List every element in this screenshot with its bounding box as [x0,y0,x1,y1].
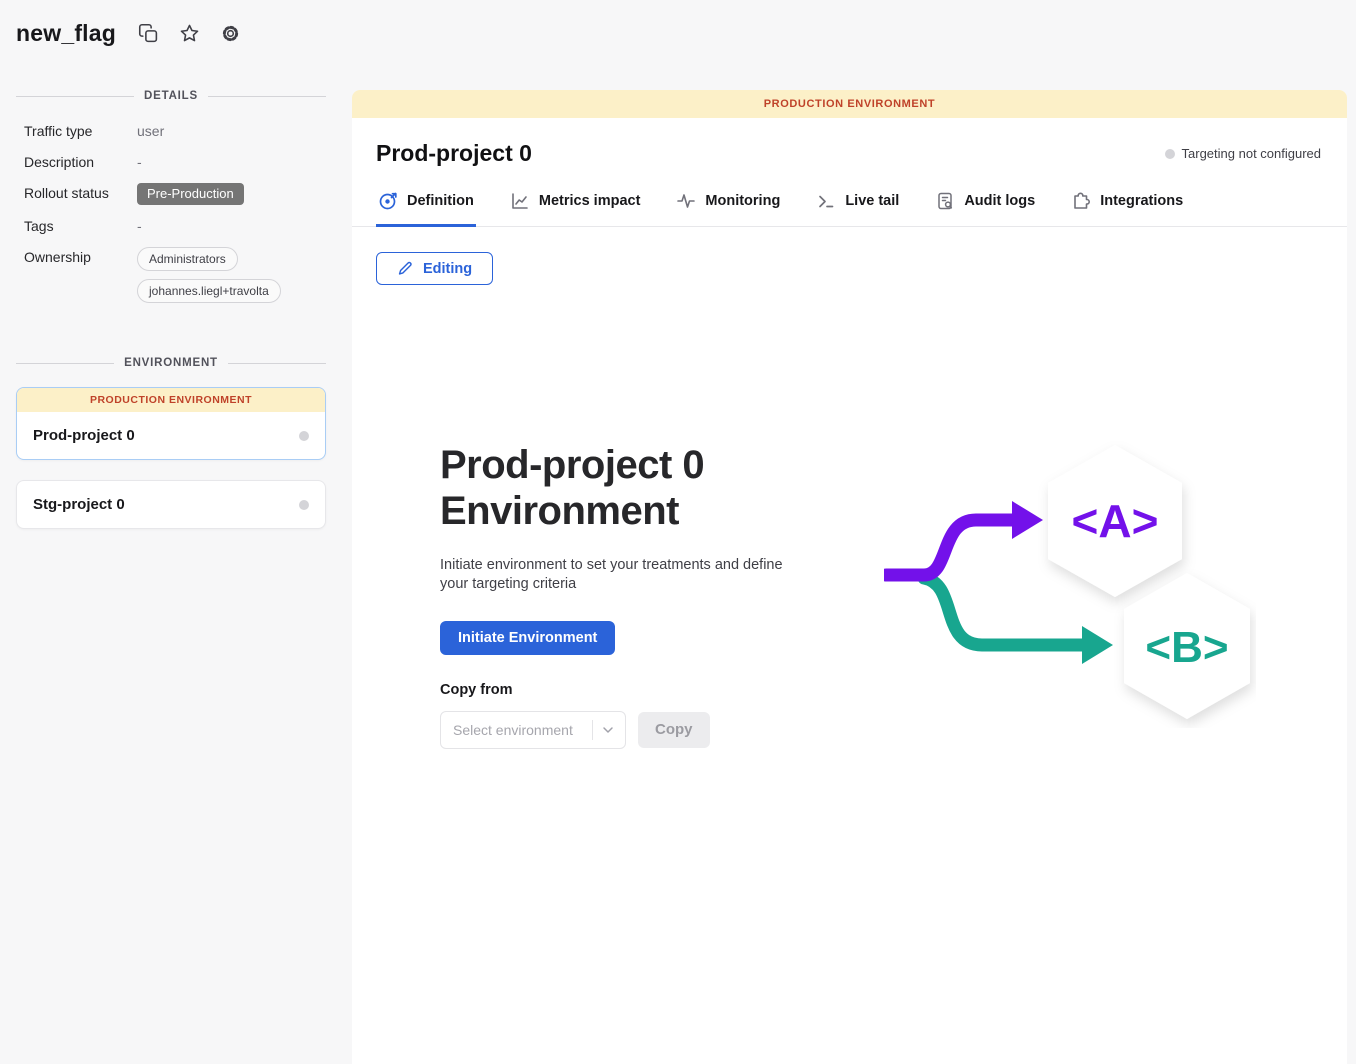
description-value: - [137,152,326,172]
copy-icon[interactable] [138,23,159,44]
status-dot-icon [299,431,309,441]
targeting-status-label: Targeting not configured [1182,146,1321,161]
description-label: Description [24,152,137,172]
tab-label: Live tail [845,193,899,209]
chevron-down-icon [600,722,616,738]
rollout-status-badge: Pre-Production [137,183,244,205]
flag-title: new_flag [16,20,116,47]
env-card-name: Prod-project 0 [33,427,135,444]
tab-label: Metrics impact [539,193,641,209]
targeting-status: Targeting not configured [1165,146,1321,161]
document-search-icon [935,191,955,211]
app-header: new_flag [0,0,1356,90]
environment-panel: PRODUCTION ENVIRONMENT Prod-project 0 Ta… [352,90,1347,1064]
env-card-stg[interactable]: Stg-project 0 [16,480,326,529]
tab-bar: Definition Metrics impact Monitoring [352,183,1347,227]
initiate-environment-button[interactable]: Initiate Environment [440,621,615,655]
select-placeholder: Select environment [453,722,588,738]
tab-audit-logs[interactable]: Audit logs [933,183,1037,227]
chart-icon [510,191,530,211]
owner-pill: johannes.liegl+travolta [137,279,281,303]
traffic-type-label: Traffic type [24,121,137,141]
env-card-prod[interactable]: PRODUCTION ENVIRONMENT Prod-project 0 [16,387,326,460]
pencil-icon [397,260,414,277]
production-environment-banner: PRODUCTION ENVIRONMENT [17,388,325,412]
environment-title: Prod-project 0 [376,140,532,167]
ownership-label: Ownership [24,247,137,267]
tags-value: - [137,216,326,236]
tab-definition[interactable]: Definition [376,183,476,227]
divider [592,720,593,740]
details-section-heading: DETAILS [16,90,326,102]
ab-split-illustration: <A> <B> [884,432,1256,749]
hero-description: Initiate environment to set your treatme… [440,556,812,595]
tags-label: Tags [24,216,137,236]
pulse-icon [676,191,696,211]
environment-select[interactable]: Select environment [440,711,626,749]
status-dot-icon [1165,149,1175,159]
production-environment-banner: PRODUCTION ENVIRONMENT [352,90,1347,118]
traffic-type-value: user [137,121,326,141]
tab-label: Definition [407,193,474,209]
tab-label: Audit logs [964,193,1035,209]
hero-heading: Prod-project 0 Environment [440,442,816,534]
status-dot-icon [299,500,309,510]
sidebar: DETAILS Traffic type user Description - … [0,90,352,1064]
detail-row-rollout-status: Rollout status Pre-Production [24,183,326,205]
gear-icon[interactable] [220,23,241,44]
tab-live-tail[interactable]: Live tail [814,183,901,227]
detail-row-ownership: Ownership Administrators johannes.liegl+… [24,247,326,311]
terminal-icon [816,191,836,211]
tab-label: Integrations [1100,193,1183,209]
detail-row-traffic-type: Traffic type user [24,121,326,141]
rollout-status-label: Rollout status [24,183,137,203]
environment-section-heading: ENVIRONMENT [16,357,326,369]
details-list: Traffic type user Description - Rollout … [24,121,326,311]
variant-a-label: <A> [1072,495,1159,547]
tab-monitoring[interactable]: Monitoring [674,183,782,227]
variant-b-label: <B> [1145,623,1228,672]
env-card-name: Stg-project 0 [33,496,125,513]
puzzle-icon [1071,191,1091,211]
star-icon[interactable] [179,23,200,44]
detail-row-description: Description - [24,152,326,172]
copy-button[interactable]: Copy [638,712,710,748]
editing-button-label: Editing [423,261,472,277]
target-icon [378,191,398,211]
tab-label: Monitoring [705,193,780,209]
copy-from-label: Copy from [440,682,816,698]
editing-button[interactable]: Editing [376,252,493,285]
tab-metrics-impact[interactable]: Metrics impact [508,183,643,227]
tab-integrations[interactable]: Integrations [1069,183,1185,227]
detail-row-tags: Tags - [24,216,326,236]
owner-pill: Administrators [137,247,238,271]
